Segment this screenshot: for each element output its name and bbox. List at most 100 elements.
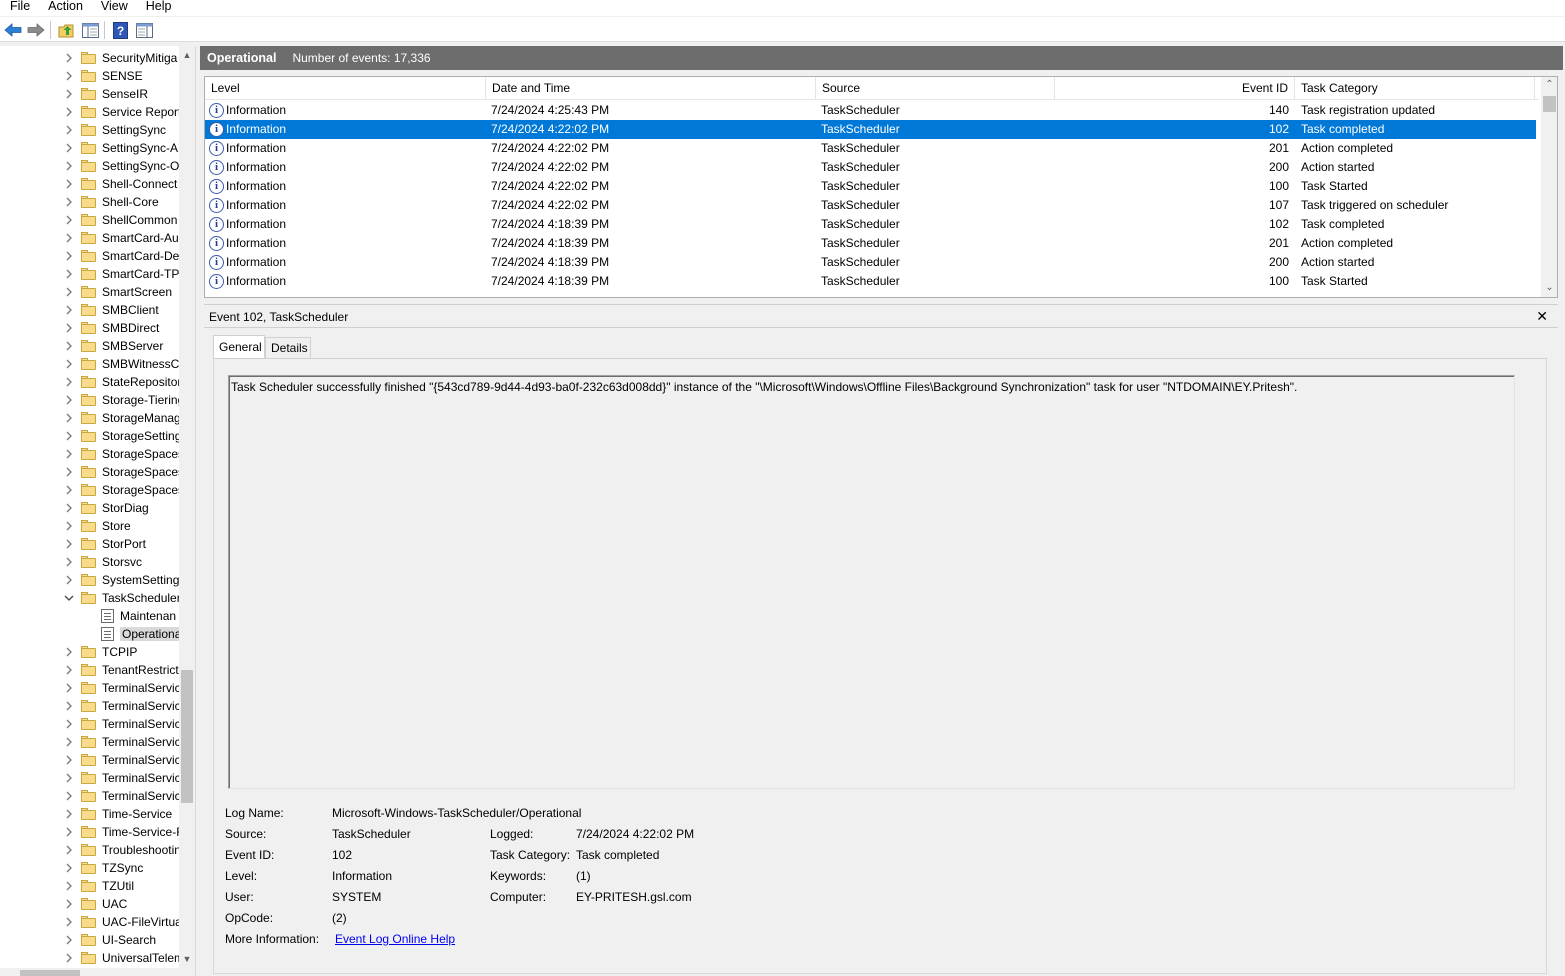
- tree-item[interactable]: TaskScheduler: [63, 589, 181, 607]
- chevron-right-icon[interactable]: [63, 556, 75, 568]
- grid-vertical-scrollbar[interactable]: ⌃ ⌄: [1541, 77, 1557, 297]
- event-row[interactable]: i Information 7/24/2024 4:22:02 PM TaskSche…: [205, 139, 1536, 158]
- chevron-right-icon[interactable]: [63, 340, 75, 352]
- tree-item[interactable]: SettingSync-A: [63, 139, 178, 157]
- grid-scroll-thumb[interactable]: [1543, 96, 1556, 112]
- up-folder-icon[interactable]: [57, 21, 75, 39]
- tree-item[interactable]: TerminalServic: [63, 679, 181, 697]
- tree-item[interactable]: UAC-FileVirtua: [63, 913, 182, 931]
- menu-help[interactable]: Help: [136, 0, 180, 16]
- tree-horizontal-scrollbar[interactable]: [0, 968, 179, 976]
- chevron-right-icon[interactable]: [63, 412, 75, 424]
- tree-item[interactable]: StorageSpaces: [63, 481, 184, 499]
- chevron-right-icon[interactable]: [63, 916, 75, 928]
- chevron-right-icon[interactable]: [63, 736, 75, 748]
- tree-item[interactable]: Storage-Tiering: [63, 391, 184, 409]
- tree-item[interactable]: TerminalServic: [63, 715, 181, 733]
- tree-item[interactable]: ShellCommon: [63, 211, 177, 229]
- menu-view[interactable]: View: [91, 0, 136, 16]
- tree-item[interactable]: StorPort: [63, 535, 146, 553]
- tree-item[interactable]: Time-Service: [63, 805, 172, 823]
- chevron-right-icon[interactable]: [63, 718, 75, 730]
- chevron-right-icon[interactable]: [63, 376, 75, 388]
- tree-item[interactable]: TerminalServic: [63, 733, 181, 751]
- column-header-event-id[interactable]: Event ID: [1055, 77, 1295, 100]
- chevron-right-icon[interactable]: [63, 304, 75, 316]
- event-log-online-help-link[interactable]: Event Log Online Help: [335, 932, 455, 946]
- tab-general[interactable]: General: [213, 335, 265, 360]
- tree-item[interactable]: Storsvc: [63, 553, 142, 571]
- tree-item[interactable]: TenantRestricti: [63, 661, 181, 679]
- scroll-down-icon[interactable]: ⌄: [1541, 282, 1557, 297]
- tree-item[interactable]: TerminalServic: [63, 697, 181, 715]
- chevron-right-icon[interactable]: [63, 502, 75, 514]
- tree-item[interactable]: TerminalServic: [63, 751, 181, 769]
- tree-item[interactable]: SENSE: [63, 67, 143, 85]
- chevron-right-icon[interactable]: [63, 790, 75, 802]
- chevron-right-icon[interactable]: [63, 646, 75, 658]
- tree-item[interactable]: StorageManag: [63, 409, 181, 427]
- tab-details[interactable]: Details: [265, 337, 311, 359]
- chevron-right-icon[interactable]: [63, 538, 75, 550]
- chevron-right-icon[interactable]: [63, 160, 75, 172]
- event-row[interactable]: i Information 7/24/2024 4:18:39 PM TaskSche…: [205, 234, 1536, 253]
- chevron-right-icon[interactable]: [63, 70, 75, 82]
- scroll-up-icon[interactable]: ▲: [179, 50, 195, 64]
- tree-item[interactable]: Shell-Core: [63, 193, 159, 211]
- chevron-right-icon[interactable]: [63, 268, 75, 280]
- tree-item[interactable]: TCPIP: [63, 643, 137, 661]
- chevron-right-icon[interactable]: [63, 952, 75, 964]
- tree-item[interactable]: SenseIR: [63, 85, 148, 103]
- tree-item[interactable]: SettingSync-O: [63, 157, 179, 175]
- chevron-right-icon[interactable]: [63, 196, 75, 208]
- chevron-right-icon[interactable]: [63, 934, 75, 946]
- chevron-right-icon[interactable]: [63, 826, 75, 838]
- chevron-right-icon[interactable]: [63, 520, 75, 532]
- tree-item[interactable]: SmartCard-De: [63, 247, 179, 265]
- chevron-right-icon[interactable]: [63, 214, 75, 226]
- column-header-date-time[interactable]: Date and Time: [486, 77, 816, 100]
- tree-item[interactable]: UI-Search: [63, 931, 156, 949]
- chevron-right-icon[interactable]: [63, 808, 75, 820]
- event-row[interactable]: i Information 7/24/2024 4:18:39 PM TaskSche…: [205, 272, 1536, 291]
- help-icon[interactable]: ?: [111, 21, 129, 39]
- tree-item[interactable]: StateRepositor: [63, 373, 181, 391]
- event-message-box[interactable]: Task Scheduler successfully finished "{5…: [228, 375, 1515, 789]
- tree-item[interactable]: SMBWitnessCl: [63, 355, 182, 373]
- tree-item[interactable]: TerminalServic: [63, 787, 181, 805]
- tree-item[interactable]: Maintenan: [101, 607, 176, 625]
- chevron-right-icon[interactable]: [63, 772, 75, 784]
- tree-item[interactable]: SMBDirect: [63, 319, 159, 337]
- tree-item[interactable]: StorageSpaces: [63, 463, 184, 481]
- close-icon[interactable]: ✕: [1536, 308, 1548, 325]
- chevron-right-icon[interactable]: [63, 232, 75, 244]
- tree-item[interactable]: Store: [63, 517, 131, 535]
- chevron-right-icon[interactable]: [63, 142, 75, 154]
- chevron-right-icon[interactable]: [63, 466, 75, 478]
- column-header-level[interactable]: Level: [205, 77, 486, 100]
- column-header-source[interactable]: Source: [816, 77, 1055, 100]
- event-row[interactable]: i Information 7/24/2024 4:22:02 PM TaskSche…: [205, 196, 1536, 215]
- tree-item[interactable]: SMBClient: [63, 301, 159, 319]
- tree-item[interactable]: UAC: [63, 895, 127, 913]
- scroll-down-icon[interactable]: ▼: [179, 954, 195, 968]
- tree-item[interactable]: TZSync: [63, 859, 143, 877]
- tree-hscroll-thumb[interactable]: [20, 970, 80, 976]
- tree-item[interactable]: Shell-Connect: [63, 175, 177, 193]
- chevron-right-icon[interactable]: [63, 700, 75, 712]
- tree-scroll-thumb[interactable]: [181, 670, 193, 803]
- chevron-right-icon[interactable]: [63, 394, 75, 406]
- chevron-right-icon[interactable]: [63, 754, 75, 766]
- tree-item[interactable]: SMBServer: [63, 337, 163, 355]
- event-row[interactable]: i Information 7/24/2024 4:22:02 PM TaskSche…: [205, 120, 1536, 139]
- tree-item[interactable]: StorDiag: [63, 499, 149, 517]
- event-row[interactable]: i Information 7/24/2024 4:22:02 PM TaskSche…: [205, 158, 1536, 177]
- chevron-right-icon[interactable]: [63, 898, 75, 910]
- tree-item[interactable]: Operationa: [101, 625, 184, 643]
- chevron-right-icon[interactable]: [63, 430, 75, 442]
- chevron-right-icon[interactable]: [63, 322, 75, 334]
- event-row[interactable]: i Information 7/24/2024 4:18:39 PM TaskSche…: [205, 253, 1536, 272]
- chevron-right-icon[interactable]: [63, 484, 75, 496]
- event-row[interactable]: i Information 7/24/2024 4:25:43 PM TaskSche…: [205, 101, 1536, 120]
- chevron-right-icon[interactable]: [63, 88, 75, 100]
